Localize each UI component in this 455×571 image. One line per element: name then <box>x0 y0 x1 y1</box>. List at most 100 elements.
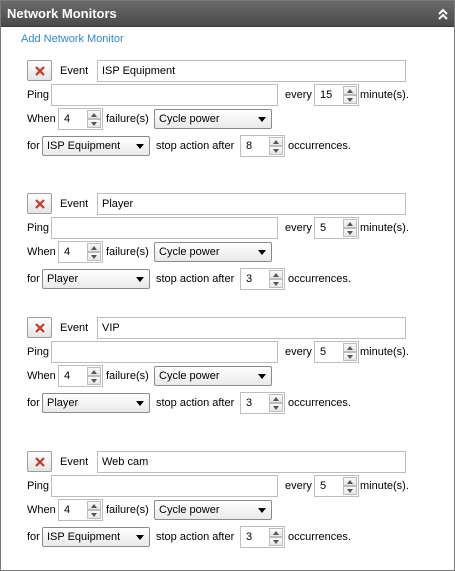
when-label: When <box>27 246 56 258</box>
failures-stepper[interactable]: 4 <box>58 499 103 521</box>
when-label: When <box>27 504 56 516</box>
stepper-down-arrow-icon[interactable] <box>269 537 283 546</box>
event-name-input[interactable]: Web cam <box>97 451 406 473</box>
stepper-up-arrow-icon[interactable] <box>269 394 283 403</box>
stepper-up-arrow-icon[interactable] <box>87 501 101 510</box>
stepper-down-arrow-icon[interactable] <box>343 486 357 495</box>
stepper-up-arrow-icon[interactable] <box>87 243 101 252</box>
ping-label: Ping <box>27 480 50 492</box>
delete-monitor-button[interactable] <box>27 451 52 472</box>
stepper-up-arrow-icon[interactable] <box>269 270 283 279</box>
interval-stepper[interactable]: 5 <box>314 475 359 497</box>
event-label: Event <box>60 65 89 77</box>
ping-address-input[interactable] <box>51 84 278 106</box>
delete-x-icon <box>35 66 45 76</box>
action-value: Cycle power <box>159 246 220 258</box>
stop-after-stepper[interactable]: 3 <box>240 268 285 290</box>
interval-value: 5 <box>320 222 327 234</box>
event-name-input[interactable]: ISP Equipment <box>97 60 406 82</box>
dropdown-arrow-icon <box>136 535 144 540</box>
stepper-up-arrow-icon[interactable] <box>343 86 357 95</box>
stepper-down-arrow-icon[interactable] <box>87 119 101 128</box>
minutes-label: minute(s). <box>360 480 409 492</box>
stepper-down-arrow-icon[interactable] <box>269 403 283 412</box>
stepper-up-arrow-icon[interactable] <box>87 110 101 119</box>
stop-after-stepper[interactable]: 3 <box>240 526 285 548</box>
interval-value: 5 <box>320 480 327 492</box>
stepper-up-arrow-icon[interactable] <box>343 219 357 228</box>
delete-monitor-button[interactable] <box>27 60 52 81</box>
event-name-input[interactable]: VIP <box>97 317 406 339</box>
target-device-select[interactable]: Player <box>42 393 150 413</box>
interval-value: 5 <box>320 346 327 358</box>
failures-stepper[interactable]: 4 <box>58 108 103 130</box>
action-select[interactable]: Cycle power <box>154 366 272 386</box>
collapse-chevron-up-icon[interactable] <box>436 7 450 21</box>
ping-address-input[interactable] <box>51 341 278 363</box>
interval-stepper[interactable]: 15 <box>314 84 359 106</box>
for-label: for <box>27 273 40 285</box>
panel-title: Network Monitors <box>7 6 117 21</box>
stepper-down-arrow-icon[interactable] <box>87 510 101 519</box>
stop-action-after-label: stop action after <box>156 397 235 409</box>
ping-label: Ping <box>27 222 50 234</box>
stepper-down-arrow-icon[interactable] <box>343 228 357 237</box>
stepper-up-arrow-icon[interactable] <box>269 528 283 537</box>
ping-address-input[interactable] <box>51 475 278 497</box>
event-label: Event <box>60 322 89 334</box>
stepper-up-arrow-icon[interactable] <box>269 137 283 146</box>
stepper-down-arrow-icon[interactable] <box>87 376 101 385</box>
stop-after-stepper[interactable]: 8 <box>240 135 285 157</box>
minutes-label: minute(s). <box>360 89 409 101</box>
stepper-up-arrow-icon[interactable] <box>87 367 101 376</box>
every-label: every <box>285 222 312 234</box>
target-device-select[interactable]: ISP Equipment <box>42 136 150 156</box>
network-monitor-item: Event Web cam Ping every 5 minute(s). Wh… <box>1 451 454 551</box>
stepper-down-arrow-icon[interactable] <box>343 352 357 361</box>
stop-after-value: 3 <box>246 273 253 285</box>
dropdown-arrow-icon <box>258 508 266 513</box>
failures-value: 4 <box>64 504 71 516</box>
stop-after-stepper[interactable]: 3 <box>240 392 285 414</box>
delete-x-icon <box>35 323 45 333</box>
action-value: Cycle power <box>159 504 220 516</box>
interval-stepper[interactable]: 5 <box>314 341 359 363</box>
every-label: every <box>285 480 312 492</box>
failures-label: failure(s) <box>106 246 149 258</box>
add-network-monitor-link[interactable]: Add Network Monitor <box>21 33 124 45</box>
failures-stepper[interactable]: 4 <box>58 241 103 263</box>
failures-value: 4 <box>64 113 71 125</box>
action-select[interactable]: Cycle power <box>154 242 272 262</box>
dropdown-arrow-icon <box>258 374 266 379</box>
for-label: for <box>27 531 40 543</box>
target-device-select[interactable]: Player <box>42 269 150 289</box>
delete-monitor-button[interactable] <box>27 317 52 338</box>
action-value: Cycle power <box>159 370 220 382</box>
stop-after-value: 8 <box>246 140 253 152</box>
failures-stepper[interactable]: 4 <box>58 365 103 387</box>
dropdown-arrow-icon <box>136 401 144 406</box>
stepper-down-arrow-icon[interactable] <box>269 146 283 155</box>
stepper-down-arrow-icon[interactable] <box>87 252 101 261</box>
stepper-up-arrow-icon[interactable] <box>343 343 357 352</box>
stepper-down-arrow-icon[interactable] <box>343 95 357 104</box>
stepper-down-arrow-icon[interactable] <box>269 279 283 288</box>
stepper-up-arrow-icon[interactable] <box>343 477 357 486</box>
action-select[interactable]: Cycle power <box>154 500 272 520</box>
target-device-select[interactable]: ISP Equipment <box>42 527 150 547</box>
target-device-value: ISP Equipment <box>47 140 121 152</box>
action-value: Cycle power <box>159 113 220 125</box>
delete-x-icon <box>35 457 45 467</box>
event-name-input[interactable]: Player <box>97 193 406 215</box>
stop-action-after-label: stop action after <box>156 273 235 285</box>
when-label: When <box>27 370 56 382</box>
stop-action-after-label: stop action after <box>156 140 235 152</box>
interval-stepper[interactable]: 5 <box>314 217 359 239</box>
for-label: for <box>27 397 40 409</box>
ping-address-input[interactable] <box>51 217 278 239</box>
interval-value: 15 <box>320 89 333 101</box>
action-select[interactable]: Cycle power <box>154 109 272 129</box>
delete-x-icon <box>35 199 45 209</box>
delete-monitor-button[interactable] <box>27 193 52 214</box>
event-label: Event <box>60 198 89 210</box>
